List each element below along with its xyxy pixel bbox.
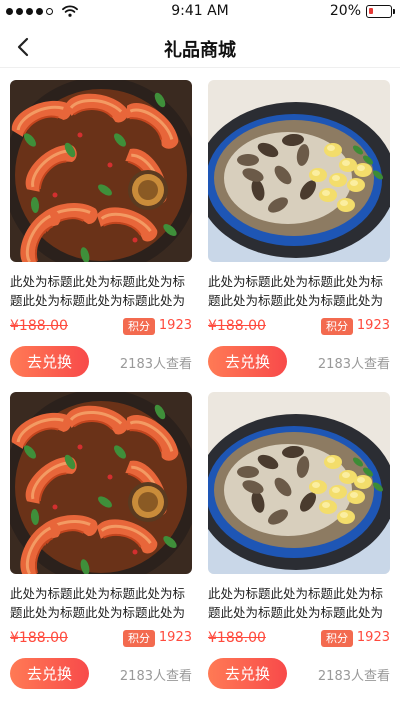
redeem-button[interactable]: 去兑换: [208, 346, 287, 377]
battery-level: [369, 7, 373, 14]
mushroom-gnocchi-dish-illustration: [208, 80, 390, 262]
product-image[interactable]: [208, 80, 390, 262]
points-badge: 积分: [321, 318, 353, 335]
points-value: 1923: [158, 318, 192, 333]
product-card[interactable]: 此处为标题此处为标题此处为标题此处为标题此处为标题此处为标题 ¥188.00 积…: [10, 392, 192, 689]
original-price: ¥188.00: [10, 318, 68, 334]
product-card[interactable]: 此处为标题此处为标题此处为标题此处为标题此处为标题此处为标题 ¥188.00 积…: [208, 80, 390, 377]
product-image[interactable]: [10, 392, 192, 574]
nav-bar: 礼品商城: [0, 26, 400, 68]
original-price: ¥188.00: [208, 630, 266, 646]
view-count: 2183人查看: [317, 357, 390, 372]
mushroom-gnocchi-dish-illustration: [208, 392, 390, 574]
product-title[interactable]: 此处为标题此处为标题此处为标题此处为标题此处为标题此处为标题: [208, 272, 390, 310]
status-bar: 9:41 AM 20%: [0, 0, 400, 24]
points-badge: 积分: [123, 318, 155, 335]
view-count: 2183人查看: [119, 357, 192, 372]
product-title[interactable]: 此处为标题此处为标题此处为标题此处为标题此处为标题此处为标题: [10, 584, 192, 622]
points-value: 1923: [356, 318, 390, 333]
points-value: 1923: [158, 630, 192, 645]
home-indicator: [0, 700, 400, 711]
redeem-button[interactable]: 去兑换: [10, 346, 89, 377]
product-image[interactable]: [10, 80, 192, 262]
shrimp-dish-illustration: [10, 80, 192, 262]
points-badge: 积分: [321, 630, 353, 647]
original-price: ¥188.00: [208, 318, 266, 334]
points-value: 1923: [356, 630, 390, 645]
points-badge: 积分: [123, 630, 155, 647]
original-price: ¥188.00: [10, 630, 68, 646]
product-card[interactable]: 此处为标题此处为标题此处为标题此处为标题此处为标题此处为标题 ¥188.00 积…: [208, 392, 390, 689]
view-count: 2183人查看: [119, 669, 192, 684]
product-title[interactable]: 此处为标题此处为标题此处为标题此处为标题此处为标题此处为标题: [10, 272, 192, 310]
product-title[interactable]: 此处为标题此处为标题此处为标题此处为标题此处为标题此处为标题: [208, 584, 390, 622]
view-count: 2183人查看: [317, 669, 390, 684]
redeem-button[interactable]: 去兑换: [208, 658, 287, 689]
battery-percent: 20%: [329, 3, 361, 19]
redeem-button[interactable]: 去兑换: [10, 658, 89, 689]
product-image[interactable]: [208, 392, 390, 574]
page-title: 礼品商城: [164, 40, 236, 61]
product-card[interactable]: 此处为标题此处为标题此处为标题此处为标题此处为标题此处为标题 ¥188.00 积…: [10, 80, 192, 377]
shrimp-dish-illustration: [10, 392, 192, 574]
battery-icon: [366, 4, 395, 18]
